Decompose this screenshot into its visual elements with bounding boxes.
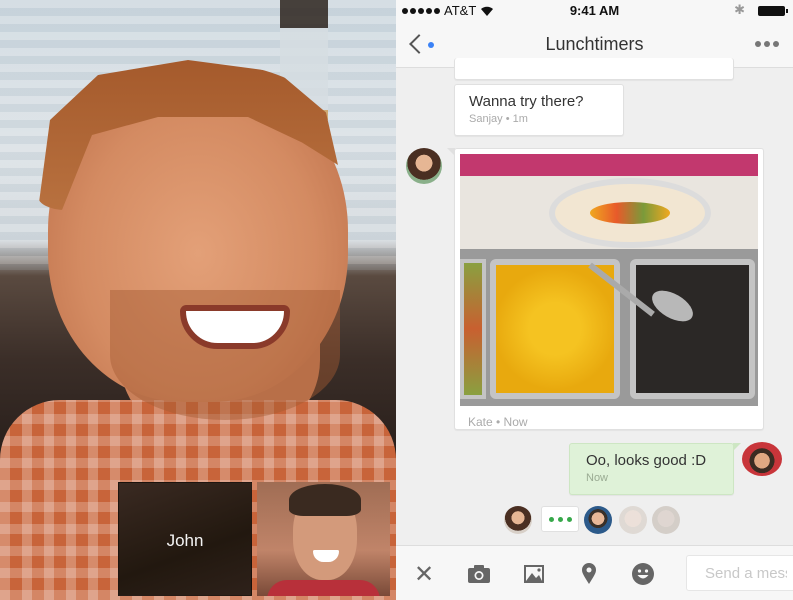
dot-icon bbox=[755, 41, 761, 47]
photo-corn bbox=[490, 259, 620, 399]
message-meta: Now bbox=[586, 472, 609, 484]
message-text: Wanna try there? bbox=[469, 93, 584, 110]
read-receipt-avatar bbox=[584, 506, 612, 534]
message-text: Oo, looks good :D bbox=[586, 452, 707, 469]
camera-icon[interactable] bbox=[466, 561, 492, 587]
participant-smile bbox=[180, 305, 290, 349]
participant-tile-john[interactable]: John bbox=[118, 482, 252, 596]
close-icon[interactable]: ✕ bbox=[411, 561, 437, 588]
avatar-self[interactable] bbox=[742, 442, 782, 476]
self-hair bbox=[289, 484, 361, 516]
status-bar: AT&T 9:41 AM ✱ bbox=[396, 0, 793, 22]
message-meta: Sanjay • 1m bbox=[469, 113, 528, 125]
screen: John AT&T 9:41 AM ✱ Lunchtimers Wanna tr… bbox=[0, 0, 793, 600]
image-icon[interactable] bbox=[521, 561, 547, 587]
composer-bar: ✕ bbox=[396, 545, 793, 600]
typing-indicator bbox=[541, 506, 579, 532]
avatar-kate[interactable] bbox=[406, 148, 442, 184]
self-shirt bbox=[267, 580, 380, 596]
self-view-tile[interactable] bbox=[257, 482, 390, 596]
photo-peppers bbox=[460, 259, 486, 399]
photo-filling bbox=[590, 202, 670, 224]
video-call-main-feed: John bbox=[0, 0, 396, 600]
message-bubble-incoming[interactable]: Wanna try there? Sanjay • 1m bbox=[454, 84, 624, 136]
more-options-button[interactable] bbox=[755, 41, 779, 47]
participant-name: John bbox=[166, 531, 204, 550]
bluetooth-icon: ✱ bbox=[734, 2, 745, 17]
emoji-icon[interactable] bbox=[630, 561, 656, 587]
read-receipt-avatar bbox=[619, 506, 647, 534]
battery-icon bbox=[758, 6, 788, 16]
typing-indicator-row bbox=[396, 506, 793, 534]
location-pin-icon[interactable] bbox=[576, 561, 602, 587]
message-input[interactable] bbox=[686, 555, 793, 591]
read-receipt-avatar bbox=[652, 506, 680, 534]
shared-photo[interactable] bbox=[460, 154, 758, 406]
photo-message-bubble[interactable]: Kate • Now bbox=[447, 148, 764, 430]
dot-icon bbox=[773, 41, 779, 47]
chat-screen: AT&T 9:41 AM ✱ Lunchtimers Wanna try the… bbox=[396, 0, 793, 600]
message-bubble-outgoing[interactable]: Oo, looks good :D Now bbox=[569, 443, 741, 495]
dot-icon bbox=[764, 41, 770, 47]
conversation-title[interactable]: Lunchtimers bbox=[396, 34, 793, 55]
photo-beans bbox=[630, 259, 755, 399]
message-meta: Kate • Now bbox=[468, 415, 528, 429]
previous-message-bubble bbox=[454, 58, 734, 80]
avatar-kate-typing bbox=[504, 506, 532, 534]
